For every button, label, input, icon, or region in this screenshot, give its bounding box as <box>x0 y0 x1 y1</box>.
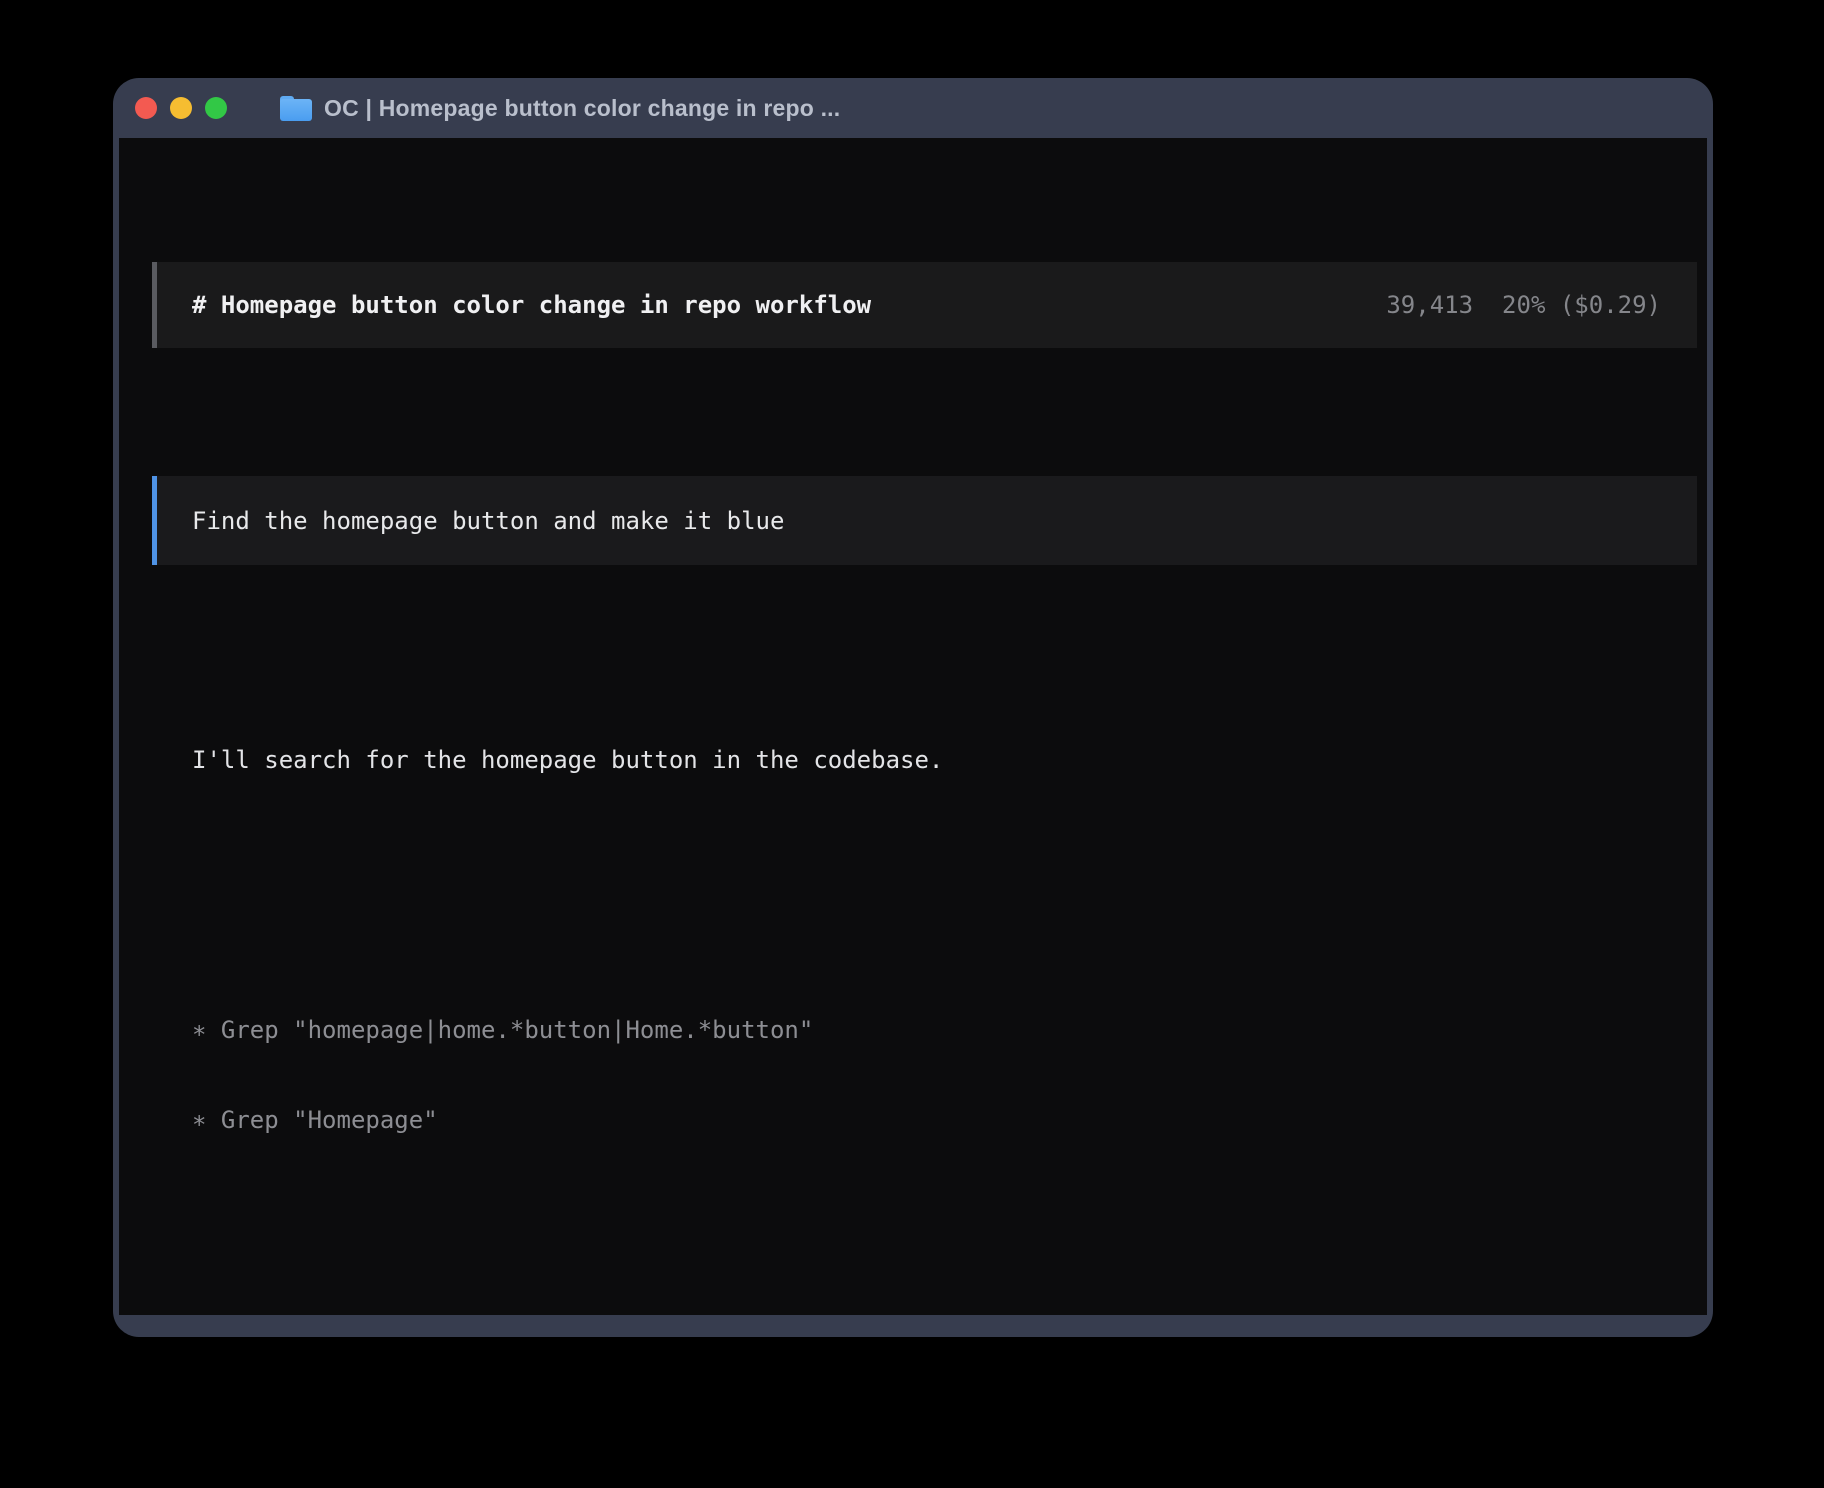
minimize-button[interactable] <box>170 97 192 119</box>
session-stats: 39,413 20% ($0.29) <box>1386 290 1661 320</box>
tool-call-group: ∗ Grep "homepage|home.*button|Home.*butt… <box>192 955 1697 1195</box>
user-message: Find the homepage button and make it blu… <box>152 476 1697 565</box>
context-cost: 20% ($0.29) <box>1502 291 1661 319</box>
assistant-text: Let me search more broadly for buttons a… <box>192 1315 1697 1337</box>
assistant-line: I'll search for the homepage button in t… <box>192 745 1697 775</box>
zoom-button[interactable] <box>205 97 227 119</box>
terminal-content: # Homepage button color change in repo w… <box>119 138 1707 1315</box>
folder-icon <box>280 96 312 121</box>
titlebar[interactable]: OC | Homepage button color change in rep… <box>113 78 1713 138</box>
user-message-text: Find the homepage button and make it blu… <box>192 506 784 536</box>
session-title: # Homepage button color change in repo w… <box>192 290 871 320</box>
terminal-window: OC | Homepage button color change in rep… <box>113 78 1713 1337</box>
window-title: OC | Homepage button color change in rep… <box>324 95 840 122</box>
window-title-group: OC | Homepage button color change in rep… <box>280 95 840 122</box>
token-count: 39,413 <box>1386 291 1473 319</box>
close-button[interactable] <box>135 97 157 119</box>
assistant-text: I'll search for the homepage button in t… <box>192 685 1697 835</box>
session-header: # Homepage button color change in repo w… <box>152 262 1697 348</box>
tool-call-line: ∗ Grep "Homepage" <box>192 1105 1697 1135</box>
tool-call-line: ∗ Grep "homepage|home.*button|Home.*butt… <box>192 1015 1697 1045</box>
traffic-lights <box>135 97 227 119</box>
